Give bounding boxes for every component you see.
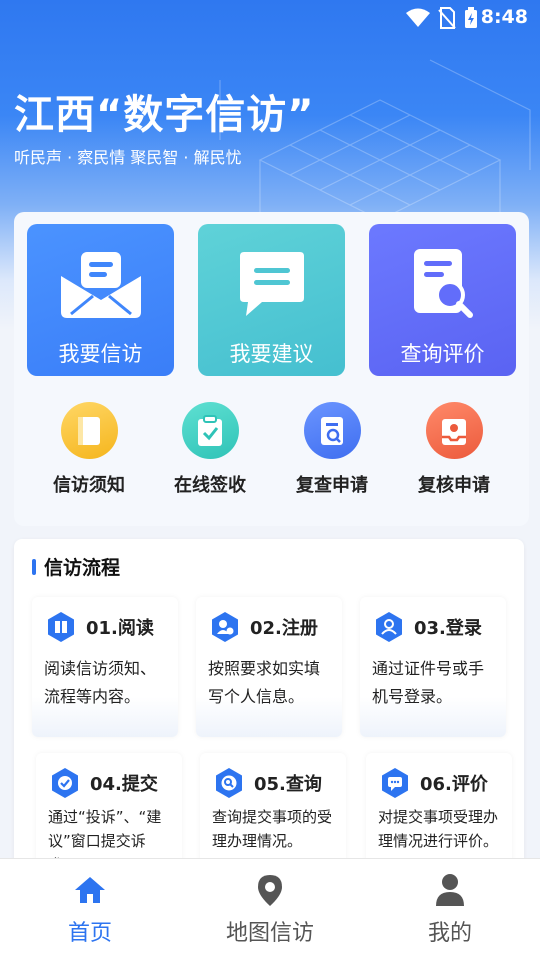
tab-mine-label: 我的 (427, 921, 472, 946)
document-search-icon (413, 249, 473, 318)
person-icon (436, 874, 464, 906)
process-step-card[interactable]: 02.注册 按照要求如实填写个人信息。 (196, 597, 342, 737)
petition-notice-label: 信访须知 (53, 475, 125, 496)
process-section: 信访流程 01.阅读 阅读信访须知、流程等内容。 02.注册 按照要求如实填写个… (14, 539, 524, 869)
step-description: 通过证件号或手机号登录。 (372, 659, 485, 706)
step-description: 阅读信访须知、流程等内容。 (44, 659, 157, 706)
tab-mine[interactable]: 我的 (360, 859, 540, 961)
process-step-card[interactable]: 01.阅读 阅读信访须知、流程等内容。 (32, 597, 178, 737)
process-step-card[interactable]: 03.登录 通过证件号或手机号登录。 (360, 597, 506, 737)
doc-search-icon (321, 416, 343, 445)
bottom-tab-bar: 首页 地图信访 我的 (0, 858, 540, 961)
comment-icon (382, 768, 408, 798)
status-bar: 8:48 (0, 0, 540, 36)
step-title: 02.注册 (250, 618, 318, 639)
location-pin-icon (258, 875, 282, 906)
review-application-label: 复查申请 (296, 475, 368, 496)
services-panel: 我要信访 我要建议 查询评价 信访须知 在线签收 复查申请 复核申请 (14, 212, 529, 526)
step-description: 查询提交事项的受理办理情况。 (212, 808, 333, 850)
query-evaluate-button[interactable]: 查询评价 (369, 224, 516, 376)
inbox-person-icon (442, 418, 466, 445)
book-open-icon (48, 612, 74, 642)
online-receipt-button[interactable]: 在线签收 (155, 402, 265, 497)
user-icon (376, 612, 402, 642)
no-sim-icon (438, 7, 456, 29)
review-application-button[interactable]: 复查申请 (277, 402, 387, 497)
step-description: 对提交事项受理办理情况进行评价。 (378, 808, 499, 850)
heading-accent-bar (32, 558, 36, 575)
query-evaluate-button-label: 查询评价 (400, 342, 485, 366)
step-title: 03.登录 (414, 618, 482, 639)
tab-home-label: 首页 (67, 921, 112, 946)
book-icon (78, 416, 100, 445)
process-step-card[interactable]: 04.提交 通过“投诉”、“建议”窗口提交诉求。 (36, 753, 182, 869)
tab-map-label: 地图信访 (225, 921, 314, 946)
petition-button-label: 我要信访 (58, 342, 143, 366)
process-step-card[interactable]: 05.查询 查询提交事项的受理办理情况。 (200, 753, 346, 869)
recheck-application-button[interactable]: 复核申请 (399, 402, 509, 497)
step-description: 按照要求如实填写个人信息。 (208, 659, 321, 706)
home-icon (75, 877, 105, 903)
clock: 8:48 (480, 6, 528, 28)
step-title: 01.阅读 (86, 618, 154, 639)
tab-home[interactable]: 首页 (0, 859, 180, 961)
clipboard-check-icon (198, 414, 222, 446)
step-title: 05.查询 (254, 774, 322, 795)
recheck-application-label: 复核申请 (418, 475, 490, 496)
process-heading: 信访流程 (32, 553, 120, 580)
suggestion-button-label: 我要建议 (229, 342, 314, 366)
check-icon (52, 768, 78, 798)
search-icon (216, 768, 242, 798)
step-title: 04.提交 (90, 774, 158, 795)
online-receipt-label: 在线签收 (174, 475, 246, 496)
petition-button[interactable]: 我要信访 (27, 224, 174, 376)
battery-charging-icon (465, 7, 477, 28)
user-add-icon (212, 612, 238, 642)
app-title: 江西“数字信访” (14, 92, 315, 138)
petition-notice-button[interactable]: 信访须知 (34, 402, 144, 497)
process-title: 信访流程 (44, 557, 121, 579)
suggestion-button[interactable]: 我要建议 (198, 224, 345, 376)
chat-icon (239, 252, 304, 316)
wifi-icon (406, 8, 430, 27)
tab-map-petition[interactable]: 地图信访 (180, 859, 360, 961)
step-title: 06.评价 (420, 774, 488, 795)
process-step-card[interactable]: 06.评价 对提交事项受理办理情况进行评价。 (366, 753, 512, 869)
envelope-icon (60, 252, 141, 318)
app-slogan: 听民声 · 察民情 聚民智 · 解民忧 (14, 148, 242, 167)
